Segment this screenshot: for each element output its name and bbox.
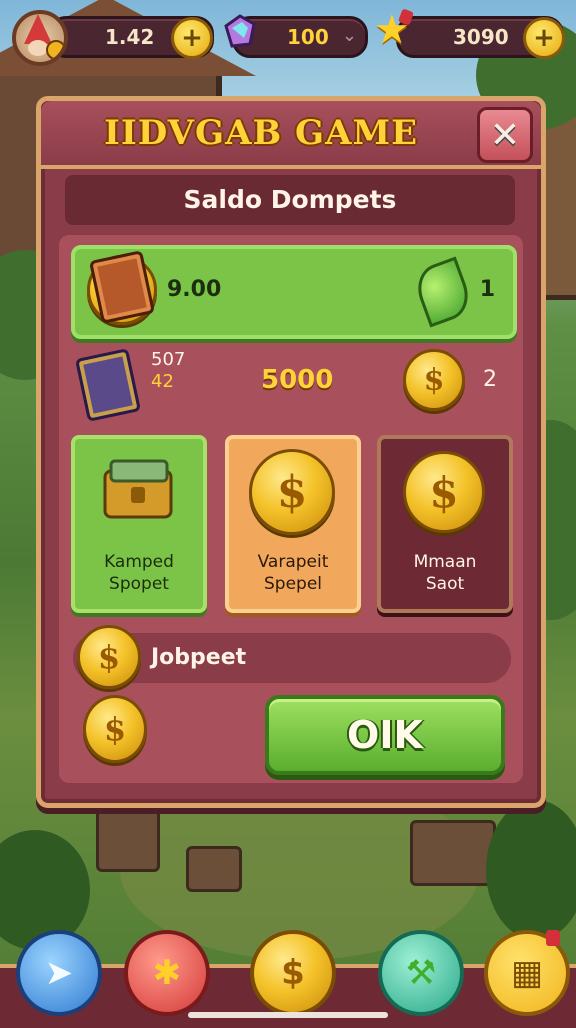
leaf-gem-icon — [410, 256, 476, 328]
dropdown-chevron-icon[interactable]: ⌄ — [342, 25, 357, 46]
dollar-coin-icon: $ — [77, 625, 141, 689]
balance-value: 9.00 — [167, 277, 222, 302]
subtitle-bar: Saldo Dompets — [65, 175, 515, 225]
card-count-primary: 507 — [151, 349, 186, 370]
row-label: Jobpeet — [151, 645, 247, 670]
card-count-secondary: 42 — [151, 371, 174, 392]
notification-dot — [546, 930, 560, 946]
ok-button[interactable]: OIK — [265, 695, 505, 775]
top-resource-bar: 1.42 + 100 ⌄ 3090 + ★ — [0, 0, 576, 70]
gem-icon — [224, 14, 256, 48]
hearts-resource-pill: 1.42 + — [48, 16, 214, 59]
option-label: Mmaan Saot — [381, 551, 509, 595]
bottom-navigation: ➤ ✱ $ ⚒ ▦ — [0, 930, 576, 1028]
card-amount: 5000 — [261, 365, 334, 395]
bush-illustration — [486, 800, 576, 940]
option-label-line: Spepel — [263, 574, 322, 594]
paper-plane-icon[interactable]: ➤ — [16, 930, 102, 1016]
level-badge-icon — [46, 40, 64, 60]
wallet-options: Kamped Spopet $ Varapeit Spepel $ Mmaan … — [71, 435, 513, 613]
notification-dot — [397, 8, 415, 26]
wallet-option-card[interactable]: Kamped Spopet — [71, 435, 207, 613]
dollar-coin-icon: $ — [249, 449, 335, 535]
add-stars-button[interactable]: + — [523, 17, 565, 59]
dialog-title-bar: IIDVGAB GAME ✕ — [41, 101, 541, 169]
coin-count: 2 — [483, 367, 497, 392]
wallet-content: 9.00 1 507 42 5000 $ 2 Kamped Spopet $ V… — [59, 235, 523, 783]
option-label: Kamped Spopet — [75, 551, 203, 595]
home-indicator — [188, 1012, 388, 1018]
star-burst-icon[interactable]: ✱ — [124, 930, 210, 1016]
option-label-line: Varapeit — [257, 552, 329, 572]
wallet-row-green[interactable]: 9.00 1 — [71, 245, 517, 339]
avatar-face — [28, 40, 48, 56]
add-hearts-button[interactable]: + — [171, 17, 213, 59]
balance-count: 1 — [479, 277, 495, 302]
close-button[interactable]: ✕ — [477, 107, 533, 163]
wallet-row-cards[interactable]: 507 42 5000 $ 2 — [71, 343, 509, 423]
stars-resource-pill: 3090 + — [396, 16, 565, 59]
option-label-line: Kamped — [104, 552, 174, 572]
star-icon: ★ — [374, 8, 416, 52]
stars-value: 3090 — [453, 25, 509, 49]
option-label-line: Saot — [425, 574, 465, 594]
option-label-line: Spopet — [109, 574, 169, 594]
wallet-dialog: IIDVGAB GAME ✕ Saldo Dompets 9.00 1 507 … — [36, 96, 546, 808]
dollar-coin-icon: $ — [83, 695, 147, 763]
hearts-value: 1.42 — [105, 25, 155, 49]
dollar-coin-icon: $ — [403, 349, 465, 411]
option-label: Varapeit Spepel — [229, 551, 357, 595]
dollar-coin-icon: $ — [403, 451, 485, 533]
log-illustration — [186, 846, 242, 892]
grid-menu-icon[interactable]: ▦ — [484, 930, 570, 1016]
crate-illustration — [96, 806, 160, 872]
card-deck-icon — [74, 348, 142, 422]
grid-menu-glyph: ▦ — [510, 953, 544, 993]
dialog-subtitle: Saldo Dompets — [183, 185, 397, 214]
gems-value: 100 — [287, 25, 329, 49]
wallet-option-card[interactable]: $ Varapeit Spepel — [225, 435, 361, 613]
card-counts: 507 42 — [151, 349, 185, 393]
dollar-coin-icon[interactable]: $ — [250, 930, 336, 1016]
dialog-title: IIDVGAB GAME — [103, 113, 419, 153]
hammer-icon[interactable]: ⚒ — [378, 930, 464, 1016]
wallet-row-jobpeet[interactable]: $ Jobpeet — [73, 625, 511, 689]
fence-illustration — [410, 820, 496, 886]
treasure-chest-icon — [103, 459, 173, 519]
wallet-option-card[interactable]: $ Mmaan Saot — [377, 435, 513, 613]
player-avatar[interactable] — [12, 10, 68, 66]
option-label-line: Mmaan — [413, 552, 477, 572]
